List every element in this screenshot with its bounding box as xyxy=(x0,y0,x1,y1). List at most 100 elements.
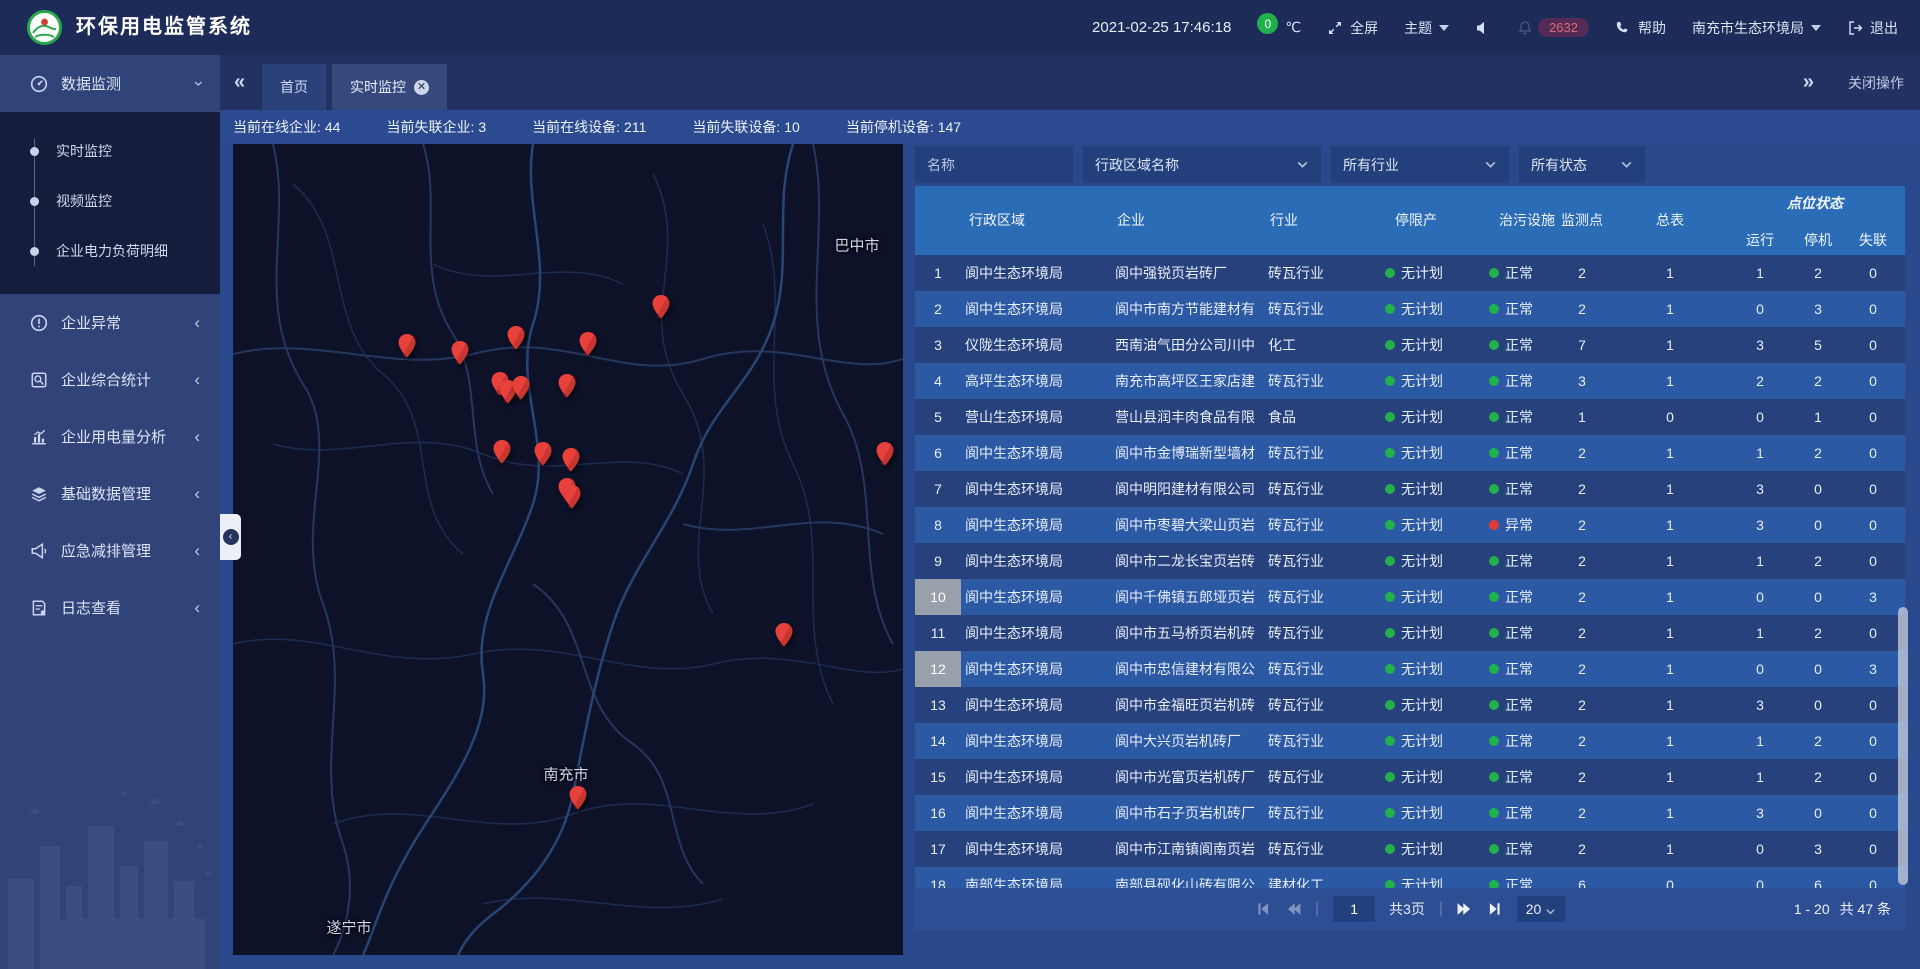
theme-dropdown[interactable]: 主题 xyxy=(1404,18,1449,38)
tab-home[interactable]: 首页 xyxy=(262,64,326,110)
sidebar-subitem[interactable]: 实时监控 xyxy=(0,126,220,176)
status-dot xyxy=(1385,736,1395,746)
cell-industry: 砖瓦行业 xyxy=(1268,615,1380,651)
map-pin[interactable] xyxy=(775,623,793,647)
next-page-button[interactable] xyxy=(1457,901,1473,917)
map-pin[interactable] xyxy=(563,485,581,509)
sidebar-item-6[interactable]: 日志查看‹ xyxy=(0,579,220,636)
cell-region: 阆中生态环境局 xyxy=(965,471,1113,507)
chevron-down-icon xyxy=(1296,158,1309,171)
close-icon[interactable]: ✕ xyxy=(414,80,429,95)
sidebar-item-3[interactable]: 企业用电量分析‹ xyxy=(0,408,220,465)
table-row[interactable]: 15 阆中生态环境局 阆中市光富页岩机砖厂 砖瓦行业 无计划 正常 2 1 1 … xyxy=(915,759,1905,795)
table-row[interactable]: 13 阆中生态环境局 阆中市金福旺页岩机砖 砖瓦行业 无计划 正常 2 1 3 … xyxy=(915,687,1905,723)
cell-limit-status: 无计划 xyxy=(1385,399,1485,435)
sidebar-item-5[interactable]: 应急减排管理‹ xyxy=(0,522,220,579)
status-dot xyxy=(1385,556,1395,566)
tab-realtime-monitor[interactable]: 实时监控 ✕ xyxy=(332,64,447,110)
table-row[interactable]: 9 阆中生态环境局 阆中市二龙长宝页岩砖 砖瓦行业 无计划 正常 2 1 1 2… xyxy=(915,543,1905,579)
table-row[interactable]: 5 营山生态环境局 营山县润丰肉食品有限 食品 无计划 正常 1 0 0 1 0 xyxy=(915,399,1905,435)
cell-company: 南充市高坪区王家店建 xyxy=(1115,363,1265,399)
tab-scroll-right-icon[interactable]: » xyxy=(1803,71,1814,94)
fullscreen-button[interactable]: 全屏 xyxy=(1327,18,1378,38)
map-pin[interactable] xyxy=(562,448,580,472)
cell-company: 西南油气田分公司川中 xyxy=(1115,327,1265,363)
name-filter-input[interactable] xyxy=(915,146,1073,183)
bar-chart-icon xyxy=(30,428,48,446)
table-row[interactable]: 12 阆中生态环境局 阆中市忠信建材有限公 砖瓦行业 无计划 正常 2 1 0 … xyxy=(915,651,1905,687)
cell-limit-status: 无计划 xyxy=(1385,543,1485,579)
sidebar-item-4[interactable]: 基础数据管理‹ xyxy=(0,465,220,522)
last-page-button[interactable] xyxy=(1487,901,1503,917)
table-row[interactable]: 18 南部生态环境局 南部县砚化山砖有限公 建材化工 无计划 正常 6 0 0 … xyxy=(915,867,1905,888)
table-row[interactable]: 2 阆中生态环境局 阆中市南方节能建材有 砖瓦行业 无计划 正常 2 1 0 3… xyxy=(915,291,1905,327)
map-pin[interactable] xyxy=(579,332,597,356)
industry-filter-select[interactable]: 所有行业 xyxy=(1331,146,1509,183)
page-size-select[interactable]: 20 xyxy=(1517,896,1565,922)
sidebar-collapse-toggle[interactable]: ‹ xyxy=(220,514,241,560)
city-label-nanchong: 南充市 xyxy=(543,764,588,785)
table-row[interactable]: 16 阆中生态环境局 阆中市石子页岩机砖厂 砖瓦行业 无计划 正常 2 1 3 … xyxy=(915,795,1905,831)
map-pin[interactable] xyxy=(569,786,587,810)
table-row[interactable]: 4 高坪生态环境局 南充市高坪区王家店建 砖瓦行业 无计划 正常 3 1 2 2… xyxy=(915,363,1905,399)
chevron-icon: ‹ xyxy=(189,81,206,87)
status-dot xyxy=(1385,268,1395,278)
map-pin[interactable] xyxy=(512,376,530,400)
logout-button[interactable]: 退出 xyxy=(1847,18,1898,38)
cell-industry: 食品 xyxy=(1268,399,1380,435)
sidebar-item-1[interactable]: 企业异常‹ xyxy=(0,294,220,351)
cell-run: 2 xyxy=(1735,363,1785,399)
table-row[interactable]: 7 阆中生态环境局 阆中明阳建材有限公司 砖瓦行业 无计划 正常 2 1 3 0… xyxy=(915,471,1905,507)
cell-region: 仪陇生态环境局 xyxy=(965,327,1113,363)
cell-meters: 1 xyxy=(1645,615,1695,651)
notification-button[interactable]: 2632 xyxy=(1517,18,1589,37)
sidebar-subitem[interactable]: 企业电力负荷明细 xyxy=(0,226,220,276)
map-pin[interactable] xyxy=(534,442,552,466)
prev-page-button[interactable] xyxy=(1285,901,1301,917)
region-filter-select[interactable]: 行政区域名称 xyxy=(1083,146,1321,183)
page-input[interactable] xyxy=(1333,896,1375,922)
notification-count-badge: 2632 xyxy=(1538,18,1589,37)
table-row[interactable]: 11 阆中生态环境局 阆中市五马桥页岩机砖 砖瓦行业 无计划 正常 2 1 1 … xyxy=(915,615,1905,651)
map-pin[interactable] xyxy=(451,341,469,365)
cell-run: 0 xyxy=(1735,867,1785,888)
map-pin[interactable] xyxy=(652,295,670,319)
first-page-button[interactable] xyxy=(1255,901,1271,917)
table-row[interactable]: 1 阆中生态环境局 阆中强锐页岩砖厂 砖瓦行业 无计划 正常 2 1 1 2 0 xyxy=(915,255,1905,291)
table-row[interactable]: 10 阆中生态环境局 阆中千佛镇五郎垭页岩 砖瓦行业 无计划 正常 2 1 0 … xyxy=(915,579,1905,615)
map-pin[interactable] xyxy=(876,442,894,466)
map-pin[interactable] xyxy=(398,334,416,358)
org-dropdown[interactable]: 南充市生态环境局 xyxy=(1692,18,1821,38)
chevron-left-icon: ‹ xyxy=(223,529,239,545)
table-row[interactable]: 6 阆中生态环境局 阆中市金博瑞新型墙材 砖瓦行业 无计划 正常 2 1 1 2… xyxy=(915,435,1905,471)
map-pin[interactable] xyxy=(507,326,525,350)
cell-lost: 0 xyxy=(1848,507,1898,543)
table-row[interactable]: 17 阆中生态环境局 阆中市江南镇阆南页岩 砖瓦行业 无计划 正常 2 1 0 … xyxy=(915,831,1905,867)
cell-points: 2 xyxy=(1557,291,1607,327)
map-pin[interactable] xyxy=(558,374,576,398)
row-index: 15 xyxy=(915,759,961,795)
sidebar-item-0[interactable]: 数据监测‹ xyxy=(0,55,220,112)
cell-meters: 1 xyxy=(1645,435,1695,471)
app-logo-icon xyxy=(26,9,63,46)
table-row[interactable]: 8 阆中生态环境局 阆中市枣碧大梁山页岩 砖瓦行业 无计划 异常 2 1 3 0… xyxy=(915,507,1905,543)
cell-region: 阆中生态环境局 xyxy=(965,507,1113,543)
status-dot xyxy=(1489,664,1499,674)
tab-scroll-left-icon[interactable]: « xyxy=(234,55,245,110)
sidebar-subitem[interactable]: 视频监控 xyxy=(0,176,220,226)
close-operations-dropdown[interactable]: 关闭操作 xyxy=(1848,73,1904,93)
table-row[interactable]: 3 仪陇生态环境局 西南油气田分公司川中 化工 无计划 正常 7 1 3 5 0 xyxy=(915,327,1905,363)
map-canvas[interactable]: 巴中市 南充市 遂宁市 xyxy=(233,144,903,955)
help-button[interactable]: 帮助 xyxy=(1615,18,1666,38)
cell-points: 2 xyxy=(1557,651,1607,687)
row-index: 4 xyxy=(915,363,961,399)
map-pin[interactable] xyxy=(493,440,511,464)
table-row[interactable]: 14 阆中生态环境局 阆中大兴页岩机砖厂 砖瓦行业 无计划 正常 2 1 1 2… xyxy=(915,723,1905,759)
bullet-icon xyxy=(30,247,39,256)
cell-limit-status: 无计划 xyxy=(1385,795,1485,831)
status-filter-select[interactable]: 所有状态 xyxy=(1519,146,1645,183)
sidebar-item-2[interactable]: 企业综合统计‹ xyxy=(0,351,220,408)
mute-button[interactable] xyxy=(1475,20,1491,36)
scrollbar-thumb[interactable] xyxy=(1898,607,1908,885)
cell-points: 2 xyxy=(1557,615,1607,651)
